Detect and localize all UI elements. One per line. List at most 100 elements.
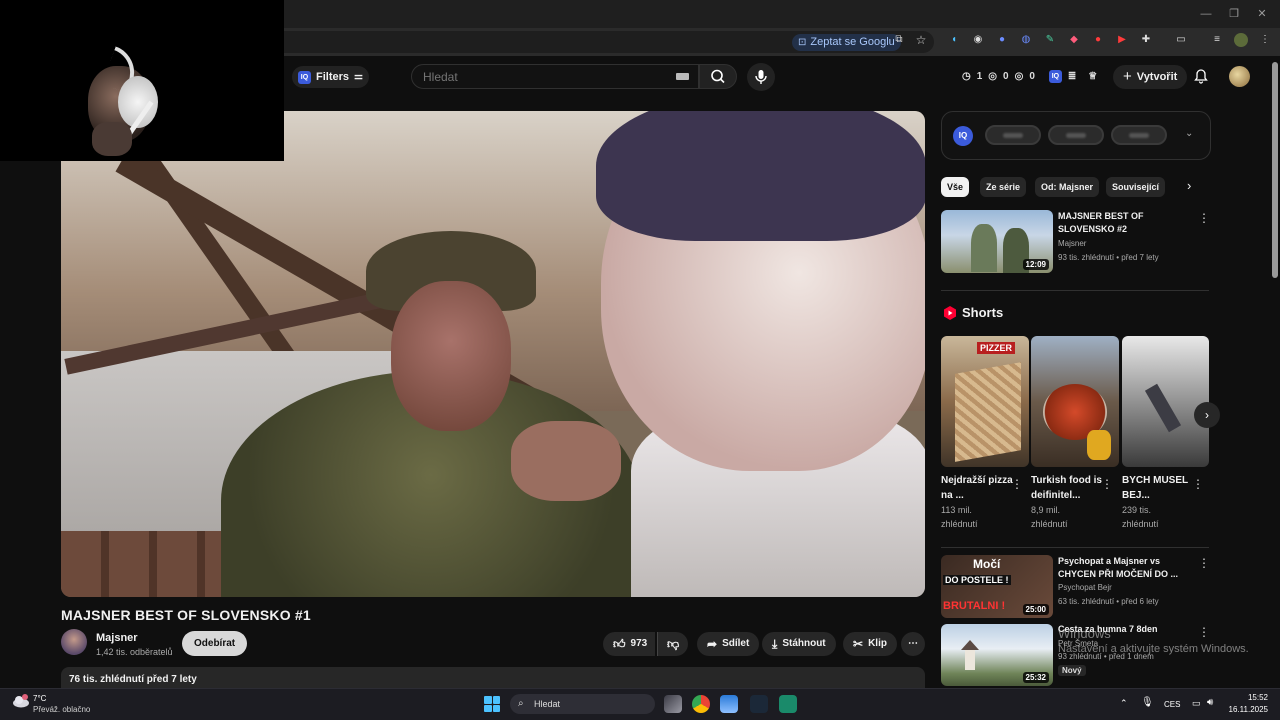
subscribe-button[interactable]: Odebírat — [182, 631, 248, 656]
shorts-next-button[interactable]: › — [1194, 402, 1220, 428]
more-vertical-icon[interactable]: ⋮ — [1198, 557, 1210, 569]
restore-icon[interactable]: ❐ — [1226, 6, 1242, 22]
iq-panel-option-blurred — [1003, 133, 1023, 138]
more-vertical-icon[interactable]: ⋮ — [1198, 212, 1210, 224]
trophy-icon[interactable]: ♕ — [1088, 71, 1097, 82]
recommended-title[interactable]: Psychopat a Majsner vs CHYCEN PŘI MOČENÍ… — [1058, 555, 1183, 581]
more-vertical-icon[interactable]: ⋮ — [1192, 478, 1204, 490]
tray-language[interactable]: CES — [1164, 700, 1180, 709]
thumbs-down-icon: 👎︎ — [667, 637, 680, 651]
tray-time[interactable]: 15:52 — [1228, 693, 1268, 702]
extension-ring-icon[interactable]: ● — [995, 33, 1009, 47]
share-button[interactable]: ➦ Sdílet — [697, 632, 760, 656]
tray-chevron-up-icon[interactable]: ⌃ — [1120, 698, 1128, 709]
tray-date[interactable]: 16.11.2025 — [1200, 705, 1268, 714]
short-thumbnail[interactable]: PIZZER — [941, 336, 1029, 467]
extension-record-icon[interactable]: ● — [1091, 33, 1105, 47]
channel-subscribers: 1,42 tis. odběratelů — [96, 647, 173, 657]
search-input[interactable] — [412, 65, 652, 88]
iq-panel-option[interactable] — [1048, 125, 1104, 145]
short-thumbnail[interactable] — [1122, 336, 1209, 467]
iq-header-icon[interactable]: IQ — [1048, 70, 1062, 83]
page-scrollbar[interactable] — [1272, 62, 1278, 278]
chevron-right-icon[interactable]: › — [1187, 178, 1191, 193]
short-thumbnail[interactable] — [1031, 336, 1119, 467]
profile-icon[interactable] — [1234, 33, 1248, 47]
tray-microphone-icon[interactable]: 🎙︎ — [1141, 697, 1154, 708]
iq-logo-icon: IQ — [298, 70, 311, 84]
download-button[interactable]: ⤓ Stáhnout — [762, 632, 836, 656]
chip-series[interactable]: Ze série — [980, 177, 1027, 197]
account-avatar[interactable] — [1229, 66, 1250, 87]
chevron-down-icon[interactable]: ⌄ — [1185, 128, 1193, 139]
more-vertical-icon[interactable]: ⋮ — [1101, 478, 1113, 490]
recommended-thumbnail[interactable]: 12:09 — [941, 210, 1053, 273]
more-vertical-icon[interactable]: ⋮ — [1198, 626, 1210, 638]
channel-avatar[interactable] — [61, 629, 87, 655]
extension-globe-icon[interactable]: ◍ — [1019, 33, 1033, 47]
recommended-channel[interactable]: Majsner — [1058, 237, 1086, 251]
like-count: 973 — [630, 638, 648, 649]
side-panel-icon[interactable]: ▭ — [1174, 33, 1188, 47]
video-title: MAJSNER BEST OF SLOVENSKO #1 — [61, 607, 311, 623]
browser-menu-icon[interactable]: ⋮ — [1258, 33, 1272, 47]
iq-panel-option[interactable] — [985, 125, 1041, 145]
notifications-bell-icon[interactable] — [1193, 68, 1209, 84]
recommended-thumbnail[interactable]: 25:32 — [941, 624, 1053, 686]
short-title[interactable]: BYCH MUSEL BEJ... — [1122, 473, 1188, 503]
create-button[interactable]: + Vytvořit — [1113, 65, 1188, 89]
clip-button[interactable]: ✂ Klip — [843, 632, 897, 656]
create-label: Vytvořit — [1136, 71, 1178, 83]
filters-button[interactable]: IQ Filters ⚌ — [292, 66, 369, 88]
steam-icon[interactable] — [750, 695, 768, 713]
windows-start-icon[interactable] — [484, 696, 500, 712]
extension-youtube-icon[interactable]: ▶ — [1115, 33, 1129, 47]
video-player[interactable] — [61, 111, 925, 597]
extension-cat-icon[interactable]: ◉ — [971, 33, 985, 47]
video-duration: 25:32 — [1022, 672, 1049, 683]
cloud-weather-icon[interactable] — [12, 693, 30, 709]
extension-shield-icon[interactable]: ◆ — [1067, 33, 1081, 47]
search-box[interactable] — [411, 64, 699, 89]
short-views-count: 8,9 mil. — [1031, 505, 1061, 515]
bookmark-star-icon[interactable]: ☆ — [914, 33, 928, 47]
channel-name[interactable]: Majsner — [96, 632, 138, 644]
search-button[interactable] — [699, 64, 737, 89]
recommended-thumbnail[interactable]: Močí DO POSTELE ! BRUTALNI ! 25:00 — [941, 555, 1053, 618]
chip-from-channel[interactable]: Od: Majsner — [1035, 177, 1100, 197]
chip-all[interactable]: Vše — [941, 177, 970, 197]
extensions-puzzle-icon[interactable]: ✚ — [1139, 33, 1153, 47]
more-actions-button[interactable]: ⋯ — [901, 632, 925, 656]
recommended-meta: 93 tis. zhlédnutí • před 7 lety — [1058, 253, 1159, 262]
queue-icon[interactable]: ≣ — [1068, 71, 1076, 82]
recommended-channel[interactable]: Psychopat Bejr — [1058, 581, 1112, 595]
short-title[interactable]: Turkish food is deifinitel... — [1031, 473, 1106, 503]
install-app-icon[interactable]: ⧉ — [892, 33, 906, 47]
download-icon: ⤓ — [772, 637, 778, 651]
more-vertical-icon[interactable]: ⋮ — [1011, 478, 1023, 490]
recommended-title[interactable]: MAJSNER BEST OF SLOVENSKO #2 — [1058, 210, 1183, 236]
dislike-button[interactable]: 👎︎ — [657, 632, 689, 656]
weather-temperature[interactable]: 7°C — [33, 694, 46, 703]
close-icon[interactable]: ✕ — [1254, 6, 1270, 22]
minimize-icon[interactable]: — — [1198, 6, 1214, 22]
extension-chart-icon[interactable]: ✎ — [1043, 33, 1057, 47]
ask-google-button[interactable]: ⊡ Zeptat se Googlu — [792, 34, 901, 51]
clip-label: Klip — [868, 638, 887, 649]
task-view-icon[interactable] — [664, 695, 682, 713]
iq-panel-option[interactable] — [1111, 125, 1167, 145]
extension-stats[interactable]: ◷ 1 ◎ 0 ◎ 0 IQ ≣ ♕ — [962, 70, 1097, 83]
photos-app-icon[interactable] — [720, 695, 738, 713]
reading-list-icon[interactable]: ≡ — [1210, 33, 1224, 47]
short-title[interactable]: Nejdražší pizza na ... — [941, 473, 1016, 503]
extension-audio-icon[interactable]: ◖ — [947, 33, 961, 47]
keyboard-icon[interactable] — [676, 73, 689, 80]
weather-description[interactable]: Převáž. oblačno — [33, 705, 90, 714]
short-thumb-person — [1144, 383, 1182, 433]
app-green-icon[interactable] — [779, 695, 797, 713]
chrome-icon[interactable] — [692, 695, 710, 713]
like-button[interactable]: 👍︎ 973 — [603, 632, 656, 656]
voice-search-button[interactable] — [747, 63, 775, 91]
taskbar-search[interactable]: ⌕ Hledat — [510, 694, 655, 714]
chip-related[interactable]: Související — [1106, 177, 1166, 197]
